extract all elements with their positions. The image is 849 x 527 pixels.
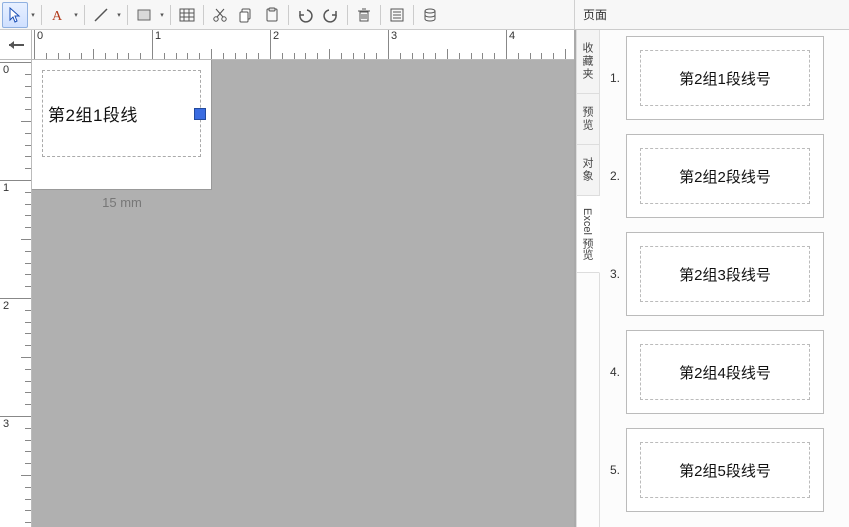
horizontal-ruler[interactable]: 01234: [32, 30, 574, 60]
thumb-card[interactable]: 第2组1段线号: [626, 36, 824, 120]
pointer-tool-caret[interactable]: ▾: [28, 11, 38, 19]
thumb-row[interactable]: 2. 第2组2段线号: [604, 134, 845, 218]
svg-text:A: A: [52, 9, 63, 23]
copy-button[interactable]: [233, 2, 259, 28]
thumb-card[interactable]: 第2组5段线号: [626, 428, 824, 512]
side-panel: 收藏夹 预览 对象 Excel 预览 1. 第2组1段线号 2. 第2组2段线号 3. 第…: [576, 30, 849, 527]
label-text-object[interactable]: 第2组1段线: [48, 101, 138, 126]
thumb-number: 5.: [604, 463, 626, 477]
thumbnail-list[interactable]: 1. 第2组1段线号 2. 第2组2段线号 3. 第2组3段线号 4. 第2组4段线号 5. 第2…: [600, 30, 849, 527]
line-tool[interactable]: [88, 2, 114, 28]
thumb-label: 第2组2段线号: [640, 148, 810, 204]
main-area: 01234 0123 第2组1段线 15 mm 收藏夹 预览 对象 Excel …: [0, 30, 849, 527]
delete-button[interactable]: [351, 2, 377, 28]
ruler-origin-button[interactable]: [0, 30, 32, 60]
tab-objects[interactable]: 对象: [577, 145, 599, 196]
line-tool-caret[interactable]: ▾: [114, 11, 124, 19]
shape-tool-caret[interactable]: ▾: [157, 11, 167, 19]
database-button[interactable]: [417, 2, 443, 28]
shape-tool[interactable]: [131, 2, 157, 28]
thumb-number: 3.: [604, 267, 626, 281]
resize-handle[interactable]: [194, 108, 206, 120]
paste-button[interactable]: [259, 2, 285, 28]
toolbar: ▾ A ▾ ▾ ▾: [0, 0, 849, 30]
tab-favorites[interactable]: 收藏夹: [577, 30, 599, 94]
thumb-row[interactable]: 1. 第2组1段线号: [604, 36, 845, 120]
properties-button[interactable]: [384, 2, 410, 28]
thumb-card[interactable]: 第2组2段线号: [626, 134, 824, 218]
thumb-row[interactable]: 4. 第2组4段线号: [604, 330, 845, 414]
text-tool[interactable]: A: [45, 2, 71, 28]
label-card[interactable]: 第2组1段线: [32, 60, 212, 190]
thumb-card[interactable]: 第2组3段线号: [626, 232, 824, 316]
editor: 01234 0123 第2组1段线 15 mm: [0, 30, 576, 527]
thumb-number: 2.: [604, 169, 626, 183]
table-tool[interactable]: [174, 2, 200, 28]
pointer-tool[interactable]: [2, 2, 28, 28]
thumb-row[interactable]: 5. 第2组5段线号: [604, 428, 845, 512]
undo-button[interactable]: [292, 2, 318, 28]
text-tool-caret[interactable]: ▾: [71, 11, 81, 19]
thumb-label: 第2组3段线号: [640, 246, 810, 302]
vertical-tabs: 收藏夹 预览 对象 Excel 预览: [576, 30, 600, 527]
thumb-label: 第2组1段线号: [640, 50, 810, 106]
redo-button[interactable]: [318, 2, 344, 28]
thumb-number: 4.: [604, 365, 626, 379]
toolbar-left: ▾ A ▾ ▾ ▾: [2, 2, 443, 28]
thumb-number: 1.: [604, 71, 626, 85]
thumb-label: 第2组4段线号: [640, 344, 810, 400]
thumb-card[interactable]: 第2组4段线号: [626, 330, 824, 414]
tab-preview[interactable]: 预览: [577, 94, 599, 145]
panel-title: 页面: [574, 0, 847, 29]
label-content-area[interactable]: 第2组1段线: [42, 70, 201, 157]
thumb-label: 第2组5段线号: [640, 442, 810, 498]
size-hint: 15 mm: [32, 195, 212, 210]
vertical-ruler[interactable]: 0123: [0, 60, 32, 527]
thumb-row[interactable]: 3. 第2组3段线号: [604, 232, 845, 316]
canvas[interactable]: 第2组1段线 15 mm: [32, 60, 574, 527]
cut-button[interactable]: [207, 2, 233, 28]
tab-excel-preview[interactable]: Excel 预览: [577, 196, 600, 273]
